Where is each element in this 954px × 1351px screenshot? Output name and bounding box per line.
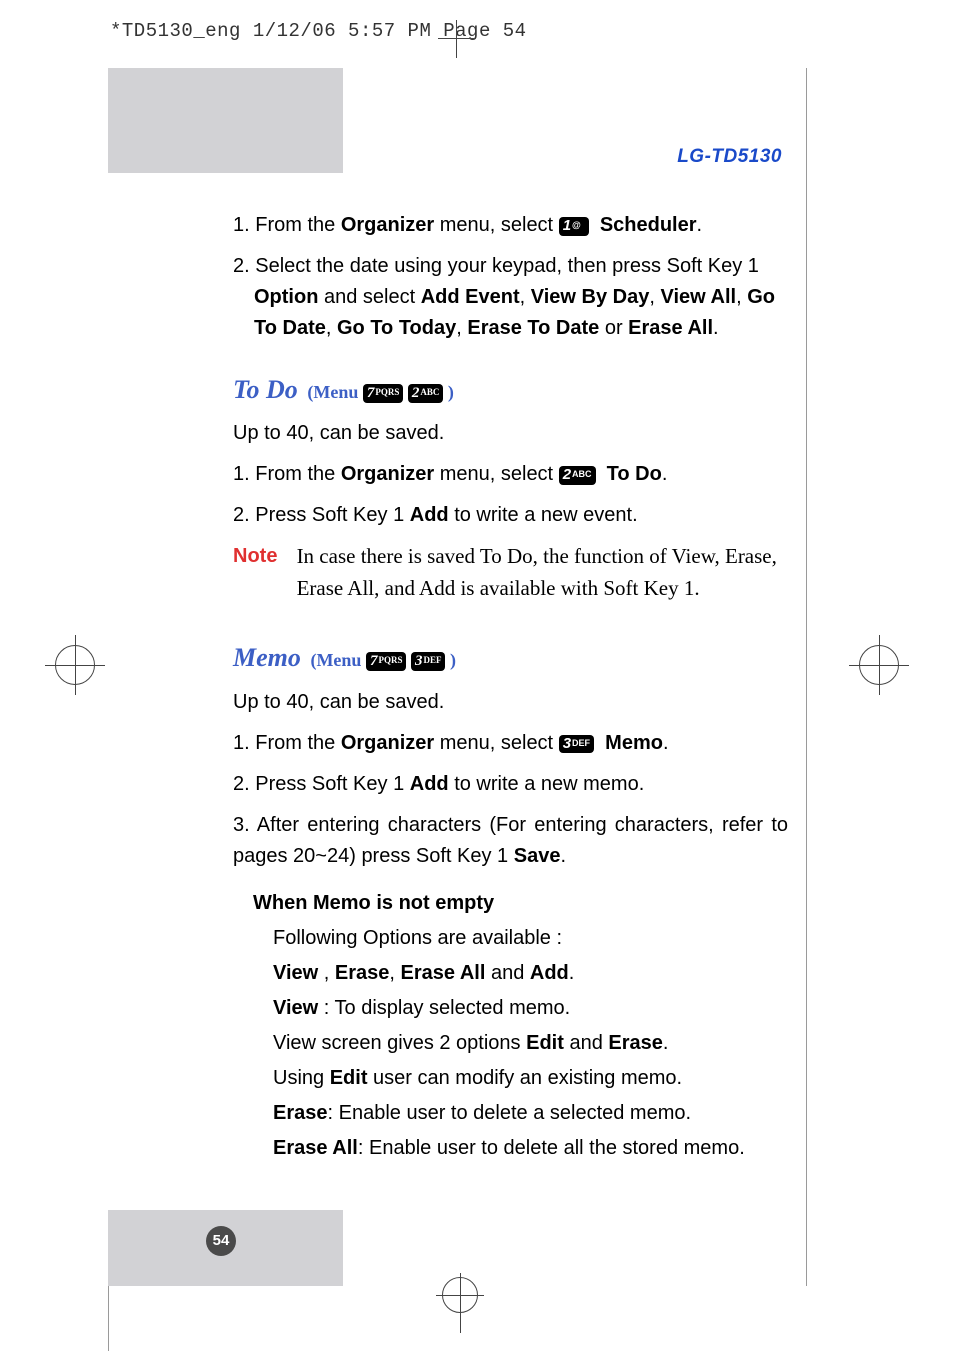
text: 1. From the [233,732,341,754]
text: , [520,286,531,308]
text: to write a new memo. [449,773,645,795]
text: . [560,845,566,867]
to-do-label: To Do [607,463,662,485]
text: and select [318,286,420,308]
text: . [662,463,668,485]
memo-label: Memo [605,732,663,754]
memo-edit-desc: Using Edit user can modify an existing m… [273,1063,788,1094]
todo-title: To Do [233,375,298,404]
view-by-day-label: View By Day [531,286,650,308]
key-7-icon: 7PQRS [363,384,404,403]
memo-opt-intro: Following Options are available : [273,923,788,954]
text: menu, select [434,732,559,754]
text: . [697,214,703,236]
memo-view-desc: View : To display selected memo. [273,993,788,1024]
note-label: Note [233,541,291,572]
memo-step-3: 3. After entering characters (For enteri… [233,810,788,872]
erase-to-date-label: Erase To Date [467,317,599,339]
model-header: LG-TD5130 [677,146,782,168]
erase-all-label: Erase All [628,317,713,339]
go-to-today-label: Go To Today [337,317,456,339]
text: or [599,317,628,339]
crop-mark-icon [441,23,473,55]
crop-mark-icon [849,635,909,695]
organizer-label: Organizer [341,214,434,236]
todo-menu-path: (Menu 7PQRS 2ABC ) [307,382,454,402]
memo-section-title: Memo (Menu 7PQRS 3DEF ) [233,638,788,678]
memo-erase-all-desc: Erase All: Enable user to delete all the… [273,1133,788,1164]
key-1-icon: 1@ [559,217,589,236]
memo-menu-path: (Menu 7PQRS 3DEF ) [310,650,456,670]
todo-note: Note In case there is saved To Do, the f… [233,541,788,604]
crop-mark-icon [430,1273,490,1333]
text: 1. From the [233,463,341,485]
text: 1. From the [233,214,341,236]
memo-title: Memo [233,643,301,672]
crop-mark-icon [45,635,105,695]
todo-intro: Up to 40, can be saved. [233,418,788,449]
scheduler-step-2: 2. Select the date using your keypad, th… [233,251,788,344]
text: menu, select [434,214,559,236]
key-2-icon: 2ABC [559,466,596,485]
memo-intro: Up to 40, can be saved. [233,687,788,718]
memo-step-2: 2. Press Soft Key 1 Add to write a new m… [233,769,788,800]
add-label: Add [410,773,449,795]
scheduler-label: Scheduler [600,214,697,236]
text: . [663,732,669,754]
memo-step-1: 1. From the Organizer menu, select 3DEF … [233,728,788,759]
view-all-label: View All [660,286,736,308]
text: , [456,317,467,339]
margin-block-top [108,68,343,173]
memo-view-screen: View screen gives 2 options Edit and Era… [273,1028,788,1059]
text: to write a new event. [449,504,638,526]
add-label: Add [410,504,449,526]
save-label: Save [514,845,561,867]
memo-subhead: When Memo is not empty [253,888,788,919]
memo-opt-list: View , Erase, Erase All and Add. [273,958,788,989]
text: . [713,317,719,339]
trim-line-left [108,1286,109,1351]
text: menu, select [434,463,559,485]
key-2-icon: 2ABC [408,384,444,403]
key-3-icon: 3DEF [411,652,446,671]
todo-step-1: 1. From the Organizer menu, select 2ABC … [233,459,788,490]
body-content: 1. From the Organizer menu, select 1@ Sc… [233,210,788,1168]
memo-erase-desc: Erase: Enable user to delete a selected … [273,1098,788,1129]
text: , [736,286,747,308]
note-body: In case there is saved To Do, the functi… [297,541,787,604]
text: 2. Select the date using your keypad, th… [233,255,759,277]
key-7-icon: 7PQRS [366,652,407,671]
text: , [649,286,660,308]
scheduler-step-1: 1. From the Organizer menu, select 1@ Sc… [233,210,788,241]
todo-step-2: 2. Press Soft Key 1 Add to write a new e… [233,500,788,531]
text: 2. Press Soft Key 1 [233,773,410,795]
add-event-label: Add Event [421,286,520,308]
option-label: Option [254,286,318,308]
text: 2. Press Soft Key 1 [233,504,410,526]
organizer-label: Organizer [341,463,434,485]
memo-options-block: Following Options are available : View ,… [273,923,788,1164]
text: , [326,317,337,339]
key-3-icon: 3DEF [559,735,594,754]
organizer-label: Organizer [341,732,434,754]
trim-line-right [806,68,807,1286]
todo-section-title: To Do (Menu 7PQRS 2ABC ) [233,370,788,410]
text: 3. After entering characters (For enteri… [233,814,788,867]
page-number-badge: 54 [206,1226,236,1256]
